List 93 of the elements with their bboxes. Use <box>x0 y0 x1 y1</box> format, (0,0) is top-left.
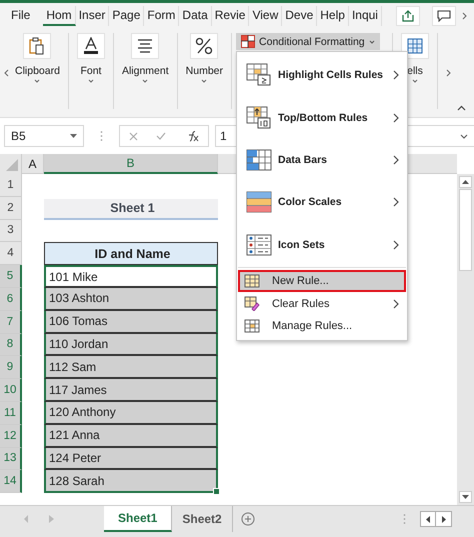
top-bottom-icon <box>246 106 272 130</box>
row-header[interactable]: 11 <box>0 402 22 425</box>
percent-icon <box>195 37 214 55</box>
checkmark-icon[interactable] <box>156 132 166 140</box>
menu-item[interactable]: Clear Rules <box>238 292 406 315</box>
eraser-icon <box>244 296 260 312</box>
triangle-icon <box>6 159 18 171</box>
menu-item[interactable]: Color Scales <box>238 181 406 224</box>
triangle-up-icon <box>462 180 469 184</box>
ribbon-tab[interactable]: Page <box>109 6 144 26</box>
sheet-title: Sheet 1 <box>44 198 218 220</box>
scrollbar-thumb[interactable] <box>459 189 472 271</box>
drag-handle-icon[interactable] <box>403 513 406 525</box>
scroll-down-button[interactable] <box>459 491 472 503</box>
table-cell: 124 Peter <box>44 448 218 470</box>
ribbon-tab[interactable]: Deve <box>282 6 318 26</box>
ribbon-tab[interactable]: Hom <box>43 6 76 26</box>
ribbon-group-button[interactable]: Number <box>182 33 228 83</box>
add-sheet-icon[interactable] <box>240 512 255 526</box>
menu-item[interactable]: Manage Rules... <box>238 314 406 338</box>
caret-icon <box>201 79 208 83</box>
clipboard-icon <box>29 37 46 55</box>
conditional-formatting-icon <box>241 35 256 48</box>
ribbon-group-button[interactable]: Clipboard <box>11 33 64 83</box>
chevron-left-icon[interactable] <box>4 69 9 77</box>
ribbon-tab[interactable]: View <box>249 6 282 26</box>
icon-sets-icon <box>246 234 272 256</box>
caret-icon <box>368 40 375 44</box>
align-icon <box>137 39 154 53</box>
row-header[interactable]: 2 <box>0 196 22 220</box>
caret-icon <box>34 79 40 83</box>
table-cell: 110 Jordan <box>44 334 218 356</box>
ribbon-tab[interactable]: Data <box>179 6 212 26</box>
table-cell: 121 Anna <box>44 424 218 448</box>
table-cell: 128 Sarah <box>44 470 218 494</box>
ribbon-tab[interactable]: Inser <box>76 6 110 26</box>
font-color-icon <box>82 37 99 55</box>
triangle-down-icon <box>462 495 469 499</box>
name-box[interactable]: B5 <box>4 125 84 147</box>
table-cell: 106 Tomas <box>44 310 218 334</box>
row-header[interactable]: 6 <box>0 288 22 311</box>
menu-item[interactable]: Highlight Cells Rules <box>238 54 406 96</box>
ribbon-tab[interactable]: File <box>8 6 34 26</box>
data-bars-icon <box>246 148 272 171</box>
row-header[interactable]: 7 <box>0 310 22 334</box>
color-scales-icon <box>246 191 272 214</box>
table-cell: 112 Sam <box>44 356 218 380</box>
drag-handle-icon[interactable] <box>100 130 103 142</box>
chevron-right-icon[interactable] <box>462 12 468 20</box>
sheet-tab[interactable]: Sheet1 <box>104 506 172 532</box>
ribbon-tab[interactable]: Inqui <box>348 6 382 26</box>
row-header[interactable]: 13 <box>0 448 22 470</box>
ribbon-group-button[interactable]: Font <box>72 33 109 83</box>
table-cell: 117 James <box>44 379 218 402</box>
menu-item[interactable]: Top/Bottom Rules <box>238 96 406 139</box>
caret-icon <box>412 79 418 83</box>
row-header[interactable]: 10 <box>0 379 22 402</box>
table-cell: 120 Anthony <box>44 402 218 425</box>
collapse-ribbon-icon[interactable] <box>457 105 466 111</box>
new-rule-icon <box>244 274 260 288</box>
ribbon-tab[interactable]: Revie <box>212 6 250 26</box>
expand-icon[interactable] <box>460 134 468 138</box>
ribbon-group-button[interactable]: Alignment <box>118 33 173 83</box>
menu-item[interactable]: New Rule... <box>238 270 406 292</box>
triangle-left-icon <box>426 516 430 522</box>
row-header[interactable]: 8 <box>0 334 22 356</box>
caret-icon <box>88 79 94 83</box>
comment-icon[interactable] <box>432 6 456 26</box>
row-header[interactable]: 12 <box>0 424 22 448</box>
scroll-up-button[interactable] <box>459 176 472 188</box>
manage-rules-icon <box>244 319 260 334</box>
caret-icon <box>142 79 148 83</box>
ribbon-tab[interactable]: Help <box>317 6 349 26</box>
row-header[interactable]: 9 <box>0 356 22 380</box>
table-cell: 101 Mike <box>44 265 218 288</box>
chevron-right-icon[interactable] <box>446 69 452 77</box>
highlight-cells-icon <box>246 63 272 88</box>
conditional-formatting-button[interactable]: Conditional Formatting <box>236 33 380 50</box>
share-icon[interactable] <box>396 6 420 26</box>
table-icon <box>407 38 424 54</box>
column-header-cell: ID and Name <box>44 242 218 266</box>
table-cell: 103 Ashton <box>44 288 218 311</box>
row-header[interactable]: 3 <box>0 220 22 242</box>
fill-handle[interactable] <box>213 488 220 496</box>
triangle-right-icon <box>442 516 446 522</box>
row-header[interactable]: 1 <box>0 174 22 197</box>
row-header[interactable]: 14 <box>0 470 22 494</box>
menu-item[interactable]: Data Bars <box>238 138 406 182</box>
menu-item[interactable]: Icon Sets <box>238 224 406 266</box>
column-header[interactable]: B <box>44 154 218 174</box>
row-header[interactable]: 5 <box>0 265 22 288</box>
row-header[interactable]: 4 <box>0 242 22 266</box>
ribbon-tab[interactable]: Form <box>144 6 180 26</box>
